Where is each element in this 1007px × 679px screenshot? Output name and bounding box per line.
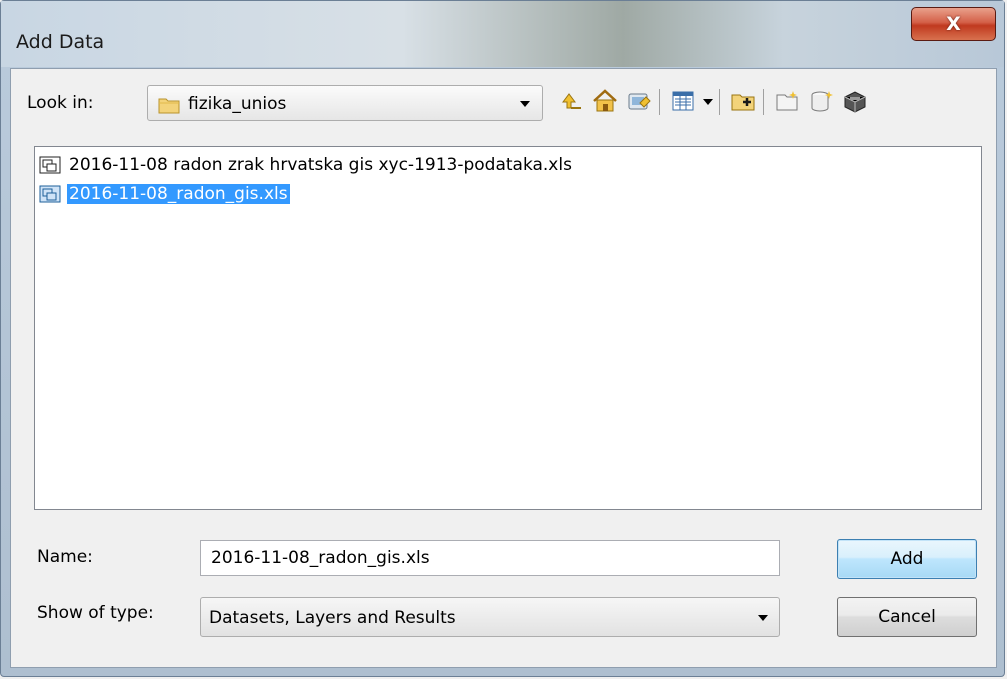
cancel-button-label: Cancel [878,607,936,627]
connect-to-folder-icon[interactable] [729,86,757,116]
folder-icon [158,96,180,119]
dialog-body: Look in: fizika_unios 2016-11-08 radon z… [10,68,997,668]
chevron-down-icon [758,615,768,621]
add-data-dialog: Add Data X Look in: fizika_unios 2016-11… [0,0,1005,677]
look-in-value: fizika_unios [188,94,287,114]
name-label: Name: [37,547,93,567]
table-file-icon [39,155,61,175]
view-dropdown-arrow[interactable] [703,99,713,105]
show-of-type-label: Show of type: [37,603,154,623]
toolbar-separator [659,89,660,115]
view-list-icon[interactable] [669,86,697,116]
new-database-icon[interactable] [807,86,835,116]
chevron-down-icon [520,101,530,107]
list-item[interactable]: 2016-11-08 radon zrak hrvatska gis xyc-1… [39,152,574,178]
toolbox-icon[interactable] [841,86,869,116]
toolbar-separator [719,89,720,115]
up-one-level-icon[interactable] [557,86,585,116]
new-folder-icon[interactable] [773,86,801,116]
name-field[interactable] [200,540,780,576]
show-of-type-dropdown[interactable]: Datasets, Layers and Results [200,597,780,637]
window-title: Add Data [16,31,105,53]
table-file-icon [39,184,61,204]
close-button[interactable]: X [911,7,996,41]
look-in-dropdown[interactable]: fizika_unios [147,85,543,121]
show-of-type-value: Datasets, Layers and Results [209,608,456,628]
toolbar-separator [763,89,764,115]
database-connection-icon[interactable] [625,86,653,116]
cancel-button[interactable]: Cancel [837,597,977,637]
name-input[interactable] [201,541,779,575]
close-icon: X [946,13,961,35]
list-item-selected[interactable]: 2016-11-08_radon_gis.xls [39,181,290,207]
add-button[interactable]: Add [837,539,977,579]
add-button-label: Add [890,549,924,569]
look-in-label: Look in: [27,93,94,113]
file-name: 2016-11-08 radon zrak hrvatska gis xyc-1… [69,155,572,175]
file-name: 2016-11-08_radon_gis.xls [67,184,290,204]
file-list[interactable]: 2016-11-08 radon zrak hrvatska gis xyc-1… [34,146,982,510]
home-icon[interactable] [591,86,619,116]
title-bar[interactable]: Add Data X [1,1,1004,67]
